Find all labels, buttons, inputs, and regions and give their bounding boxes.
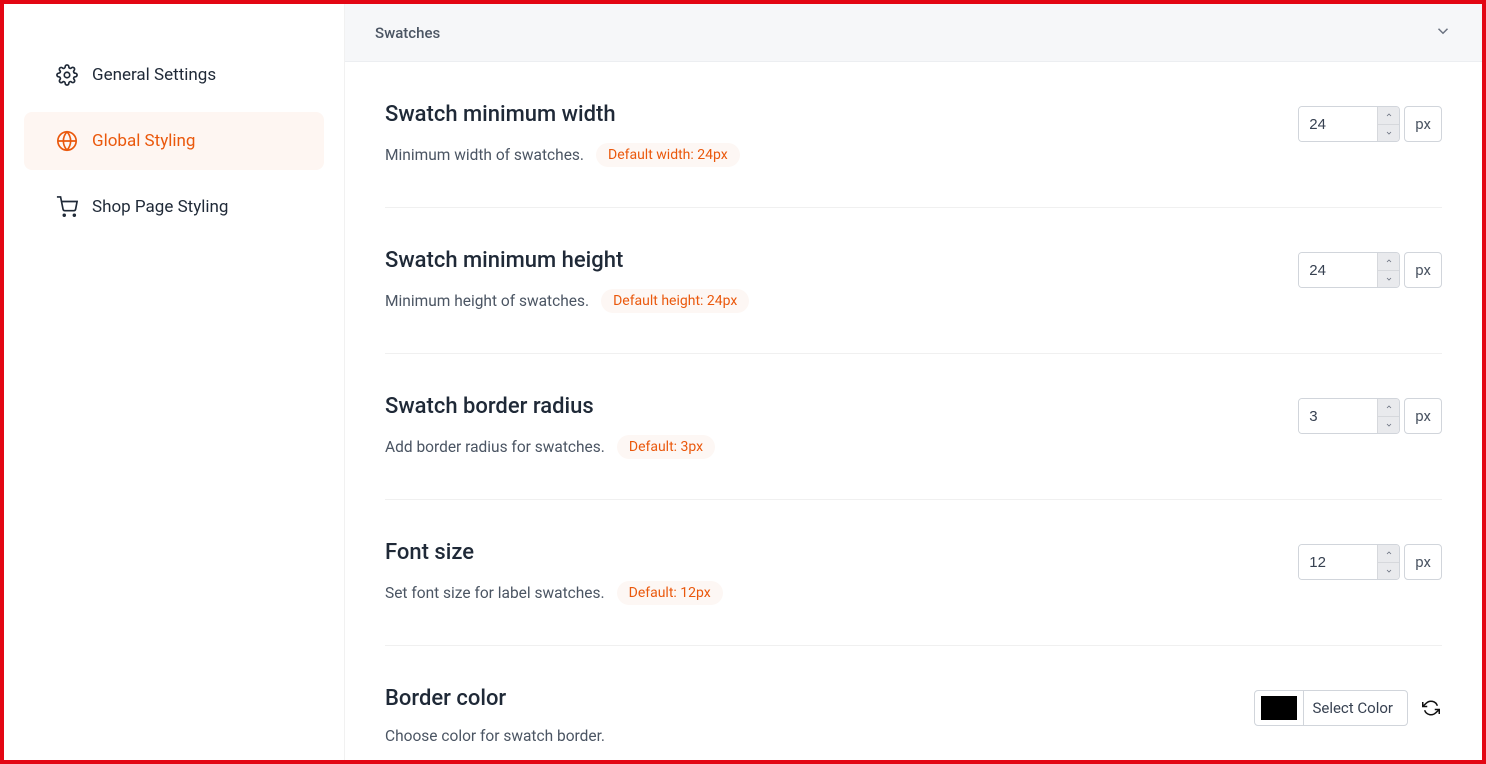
setting-description: Add border radius for swatches.: [385, 438, 605, 456]
gear-icon: [56, 64, 78, 86]
setting-title: Swatch minimum width: [385, 102, 740, 127]
setting-title: Font size: [385, 540, 723, 565]
setting-description: Choose color for swatch border.: [385, 727, 605, 745]
swatch-border-radius-input[interactable]: [1299, 399, 1377, 433]
stepper-down-button[interactable]: [1378, 417, 1399, 434]
stepper-down-button[interactable]: [1378, 563, 1399, 580]
color-swatch-preview[interactable]: [1261, 696, 1297, 720]
stepper-down-button[interactable]: [1378, 125, 1399, 142]
setting-description: Minimum width of swatches.: [385, 146, 584, 164]
setting-description: Minimum height of swatches.: [385, 292, 589, 310]
select-color-button[interactable]: Select Color: [1303, 691, 1407, 725]
unit-label: px: [1404, 252, 1442, 288]
sidebar-item-label: Shop Page Styling: [92, 199, 228, 216]
font-size-input[interactable]: [1299, 545, 1377, 579]
stepper-up-button[interactable]: [1378, 545, 1399, 563]
cart-icon: [56, 196, 78, 218]
sidebar-item-general-settings[interactable]: General Settings: [24, 46, 324, 104]
stepper-up-button[interactable]: [1378, 399, 1399, 417]
collapse-toggle[interactable]: [1434, 22, 1452, 44]
swatch-min-height-input[interactable]: [1299, 253, 1377, 287]
setting-swatch-border-radius: Swatch border radius Add border radius f…: [385, 354, 1442, 500]
stepper-down-button[interactable]: [1378, 271, 1399, 288]
section-title: Swatches: [375, 24, 440, 42]
sidebar-item-label: General Settings: [92, 67, 216, 84]
setting-font-size: Font size Set font size for label swatch…: [385, 500, 1442, 646]
settings-list: Swatch minimum width Minimum width of sw…: [345, 62, 1482, 755]
setting-title: Swatch border radius: [385, 394, 715, 419]
setting-description: Set font size for label swatches.: [385, 584, 605, 602]
setting-swatch-min-width: Swatch minimum width Minimum width of sw…: [385, 62, 1442, 208]
sidebar-item-shop-page-styling[interactable]: Shop Page Styling: [24, 178, 324, 236]
section-header: Swatches: [345, 4, 1482, 62]
sidebar: General Settings Global Styling Shop Pag…: [4, 4, 344, 760]
default-badge: Default: 12px: [617, 581, 723, 605]
sidebar-item-global-styling[interactable]: Global Styling: [24, 112, 324, 170]
default-badge: Default height: 24px: [601, 289, 749, 313]
sidebar-item-label: Global Styling: [92, 133, 195, 150]
reset-color-button[interactable]: [1420, 697, 1442, 719]
setting-swatch-min-height: Swatch minimum height Minimum height of …: [385, 208, 1442, 354]
stepper-up-button[interactable]: [1378, 253, 1399, 271]
setting-title: Swatch minimum height: [385, 248, 749, 273]
globe-icon: [56, 130, 78, 152]
main-content: Swatches Swatch minimum width Minimum wi…: [344, 4, 1482, 760]
stepper-up-button[interactable]: [1378, 107, 1399, 125]
swatch-min-width-input[interactable]: [1299, 107, 1377, 141]
unit-label: px: [1404, 544, 1442, 580]
default-badge: Default width: 24px: [596, 143, 740, 167]
setting-title: Border color: [385, 686, 605, 711]
unit-label: px: [1404, 106, 1442, 142]
default-badge: Default: 3px: [617, 435, 715, 459]
setting-border-color: Border color Choose color for swatch bor…: [385, 646, 1442, 755]
unit-label: px: [1404, 398, 1442, 434]
